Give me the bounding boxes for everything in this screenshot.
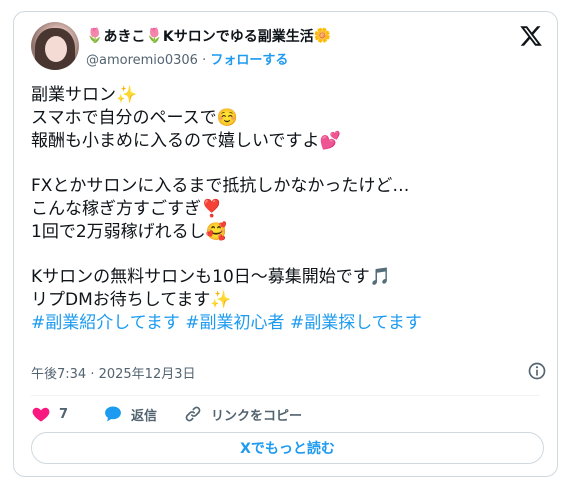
heart-exclamation-emoji: ❣️ (201, 198, 223, 219)
post-timestamp[interactable]: 午後7:34 · 2025年12月3日 (31, 363, 196, 382)
separator: · (202, 53, 207, 68)
heart-icon (32, 407, 50, 422)
sparkles-emoji: ✨ (210, 290, 232, 311)
display-name[interactable]: 🌷 あきこ 🌷 Kサロンでゆる副業生活 🌼 (86, 26, 331, 46)
like-button[interactable]: 7 (31, 404, 103, 424)
blossom-emoji: 🌼 (313, 28, 332, 44)
post-line: リプDMお待ちしてます✨ (31, 290, 232, 311)
post-line: 副業サロン✨ (31, 85, 138, 105)
reply-button[interactable]: 返信 (103, 404, 183, 424)
like-count: 7 (59, 406, 69, 422)
follow-button[interactable]: フォローする (210, 53, 288, 68)
x-logo-icon[interactable] (519, 24, 543, 48)
avatar[interactable] (31, 22, 79, 70)
sparkles-emoji: ✨ (116, 85, 138, 105)
post-line: スマホで自分のペースで☺️ (31, 107, 238, 128)
reply-label: 返信 (131, 408, 158, 424)
tulip-emoji: 🌷 (145, 28, 163, 44)
post-line: Kサロンの無料サロンも10日〜募集開始です🎵 (31, 267, 391, 288)
speech-bubble-icon (105, 406, 121, 422)
avatar-face (45, 36, 67, 62)
hashtag-link[interactable]: #副業紹介してます (31, 313, 180, 333)
post-text: 副業サロン✨ スマホで自分のペースで☺️ 報酬も小まめに入るので嬉しいですよ💕 … (31, 84, 546, 335)
display-name-part1: あきこ (103, 29, 146, 45)
post-card: 🌷 あきこ 🌷 Kサロンでゆる副業生活 🌼 @amoremio0306 · フォ… (13, 11, 558, 477)
hashtag-link[interactable]: #副業探してます (290, 313, 422, 333)
divider (31, 395, 540, 396)
copy-link-button[interactable]: リンクをコピー (183, 404, 302, 424)
post-line: 1回で2万弱稼げれるし🥰 (31, 221, 227, 242)
user-handle[interactable]: @amoremio0306 (86, 53, 198, 68)
read-more-button[interactable]: Xでもっと読む (31, 432, 544, 464)
post-line: こんな稼ぎ方すごすぎ❣️ (31, 198, 223, 219)
smiling-hearts-emoji: 🥰 (205, 221, 227, 242)
copy-link-label: リンクをコピー (211, 408, 303, 424)
post-line: FXとかサロンに入るまで抵抗しかなかったけど… (31, 176, 410, 197)
action-bar: 7 返信 リンクをコピー (31, 402, 302, 426)
smiling-face-emoji: ☺️ (216, 107, 238, 128)
display-name-part2: Kサロンでゆる副業生活 (162, 29, 314, 45)
info-icon[interactable] (527, 361, 547, 381)
link-icon (185, 406, 201, 422)
hashtag-line: #副業紹介してます #副業初心者 #副業探してます (31, 312, 546, 335)
music-notes-emoji: 🎵 (369, 267, 391, 288)
tulip-emoji: 🌷 (86, 28, 104, 44)
handle-row: @amoremio0306 · フォローする (86, 49, 288, 68)
post-line: 報酬も小まめに入るので嬉しいですよ💕 (31, 130, 341, 151)
two-hearts-emoji: 💕 (319, 130, 341, 151)
hashtag-link[interactable]: #副業初心者 (185, 313, 284, 333)
